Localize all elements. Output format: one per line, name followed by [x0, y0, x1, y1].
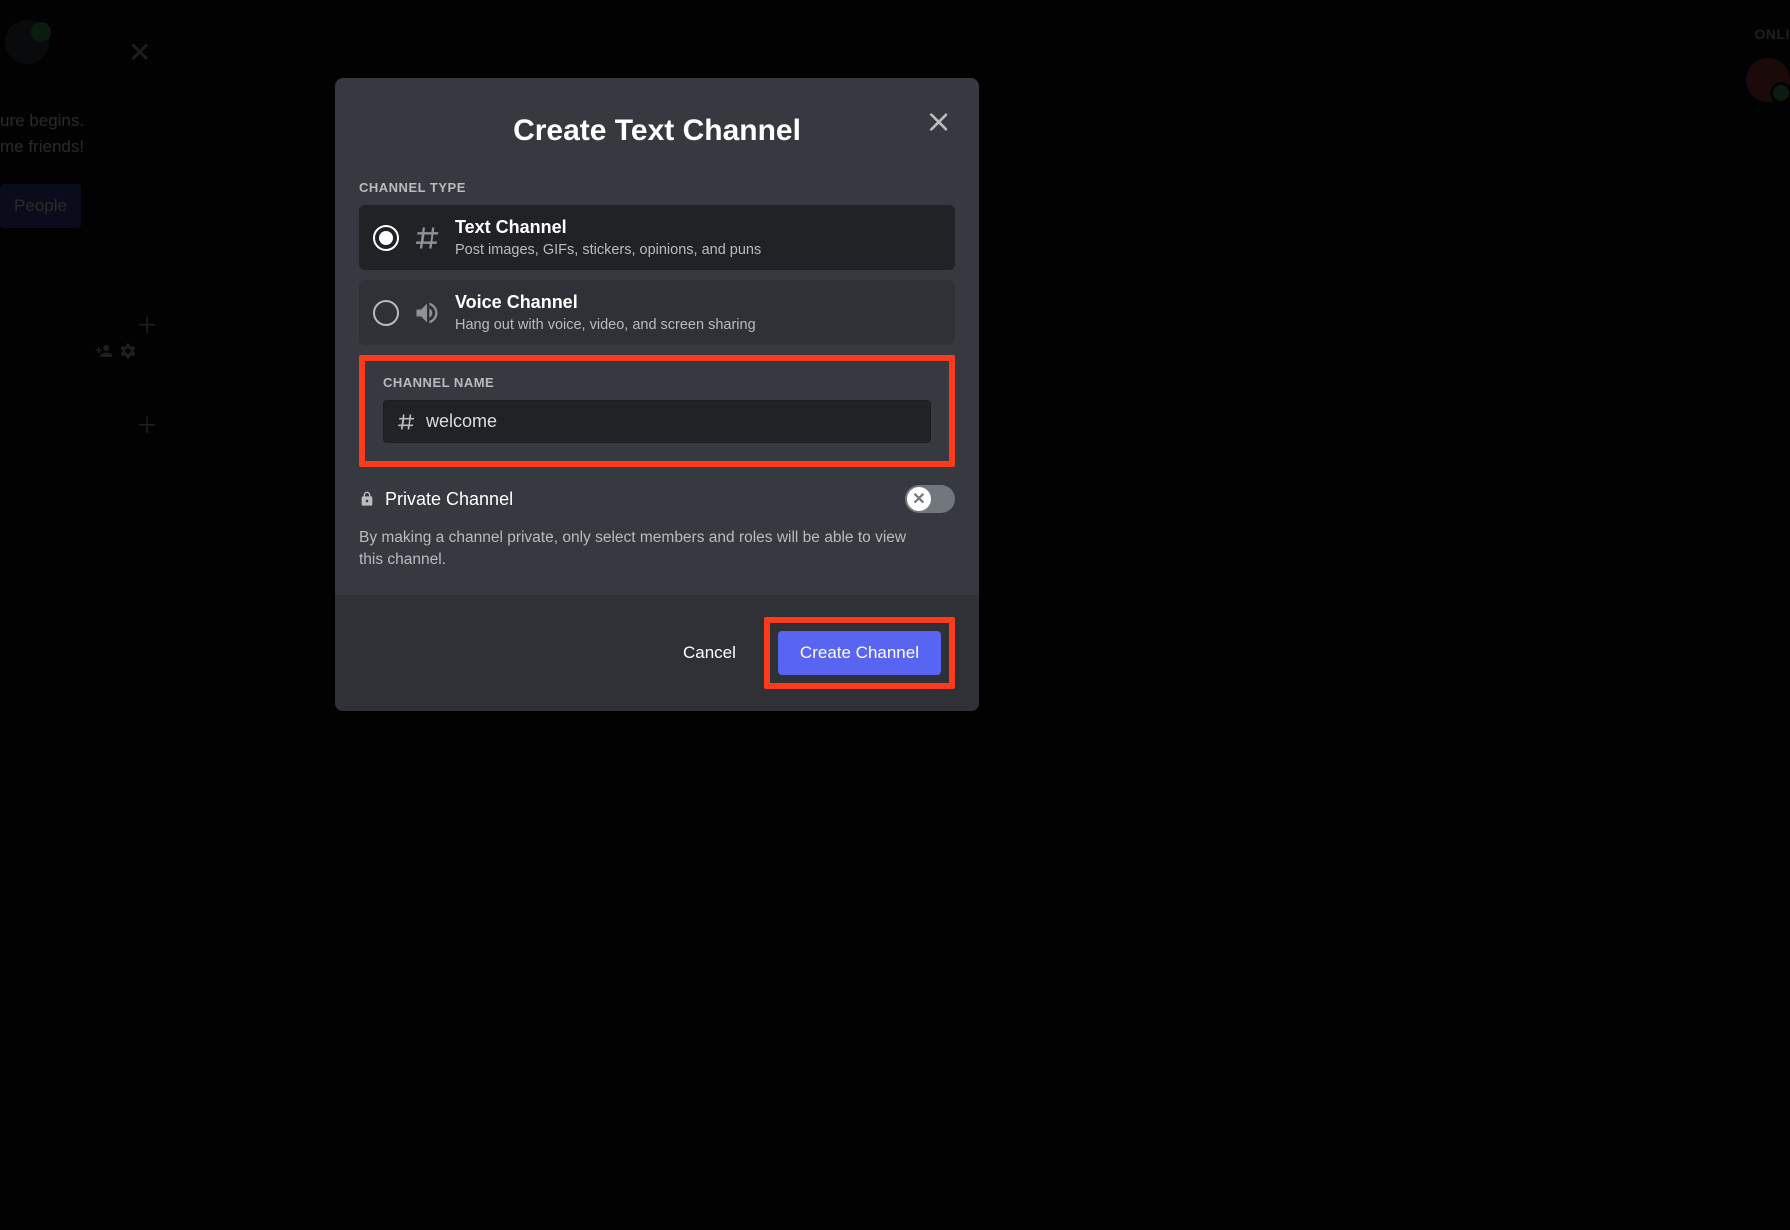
hash-icon [396, 412, 416, 432]
modal-body: CHANNEL TYPE Text Channel Post images, G… [335, 158, 979, 595]
lock-icon [359, 489, 375, 509]
channel-type-text[interactable]: Text Channel Post images, GIFs, stickers… [359, 205, 955, 270]
channel-type-voice[interactable]: Voice Channel Hang out with voice, video… [359, 280, 955, 345]
private-channel-section: Private Channel ✕ By making a channel pr… [359, 467, 955, 571]
channel-type-label: CHANNEL TYPE [359, 180, 955, 195]
modal-footer: Cancel Create Channel [335, 595, 979, 711]
channel-type-title: Voice Channel [455, 292, 756, 313]
toggle-off-icon: ✕ [907, 487, 931, 511]
private-channel-label: Private Channel [385, 489, 513, 510]
close-icon [925, 108, 953, 136]
channel-type-desc: Post images, GIFs, stickers, opinions, a… [455, 242, 761, 258]
cancel-button[interactable]: Cancel [683, 643, 736, 663]
hash-icon [413, 224, 441, 252]
speaker-icon [413, 299, 441, 327]
radio-selected-icon [373, 225, 399, 251]
private-channel-toggle[interactable]: ✕ [905, 485, 955, 513]
create-channel-modal: Create Text Channel CHANNEL TYPE Text Ch… [335, 78, 979, 711]
radio-unselected-icon [373, 300, 399, 326]
modal-header: Create Text Channel [335, 78, 979, 158]
modal-title: Create Text Channel [359, 114, 955, 148]
modal-close-button[interactable] [925, 108, 953, 136]
create-button-label: Create Channel [800, 643, 919, 662]
cancel-button-label: Cancel [683, 643, 736, 662]
channel-name-highlight: CHANNEL NAME [359, 355, 955, 467]
channel-type-title: Text Channel [455, 217, 761, 238]
channel-type-desc: Hang out with voice, video, and screen s… [455, 317, 756, 333]
private-channel-desc: By making a channel private, only select… [359, 521, 929, 571]
create-button-highlight: Create Channel [764, 617, 955, 689]
channel-name-input[interactable] [426, 411, 918, 432]
channel-name-input-wrap[interactable] [383, 400, 931, 443]
channel-name-label: CHANNEL NAME [383, 375, 931, 390]
create-channel-button[interactable]: Create Channel [778, 631, 941, 675]
